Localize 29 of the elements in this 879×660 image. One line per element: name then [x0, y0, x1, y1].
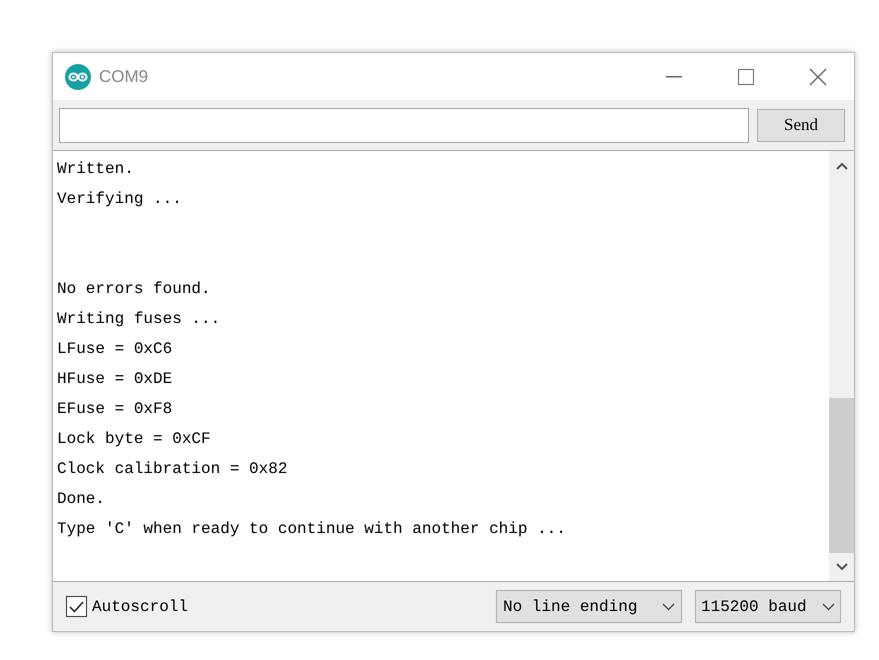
- output-line: Written.: [57, 159, 134, 180]
- scrollbar[interactable]: [829, 151, 854, 581]
- output-line: HFuse = 0xDE: [57, 369, 172, 390]
- caret-icon: [822, 602, 835, 610]
- scroll-down-icon[interactable]: [836, 563, 848, 571]
- scroll-up-icon[interactable]: [836, 162, 848, 170]
- minimize-icon: [666, 76, 682, 78]
- output-line: Verifying ...: [57, 189, 182, 210]
- line-ending-dropdown[interactable]: No line ending: [496, 590, 682, 623]
- output-line: Type 'C' when ready to continue with another chip ...: [57, 519, 566, 540]
- autoscroll-checkbox[interactable]: [66, 596, 87, 617]
- autoscroll-label: Autoscroll: [92, 596, 188, 618]
- send-button[interactable]: Send: [757, 108, 845, 142]
- app-logo-icon: [65, 64, 91, 90]
- baud-rate-dropdown[interactable]: 115200 baud: [695, 590, 841, 623]
- message-input-field[interactable]: [59, 108, 749, 142]
- output-line: EFuse = 0xF8: [57, 399, 172, 420]
- maximize-icon: [738, 68, 754, 84]
- output-line: Writing fuses ...: [57, 309, 220, 330]
- window-title: COM9: [99, 66, 148, 88]
- scrollbar-thumb[interactable]: [829, 398, 854, 553]
- output-line: Done.: [57, 489, 106, 510]
- caret-icon: [662, 602, 675, 610]
- output-line: Clock calibration = 0x82: [57, 459, 288, 480]
- output-line: No errors found.: [57, 279, 211, 300]
- output-line: LFuse = 0xC6: [57, 339, 172, 360]
- checkmark-icon: [69, 600, 84, 612]
- close-icon: [809, 68, 827, 86]
- output-line: Lock byte = 0xCF: [57, 429, 211, 450]
